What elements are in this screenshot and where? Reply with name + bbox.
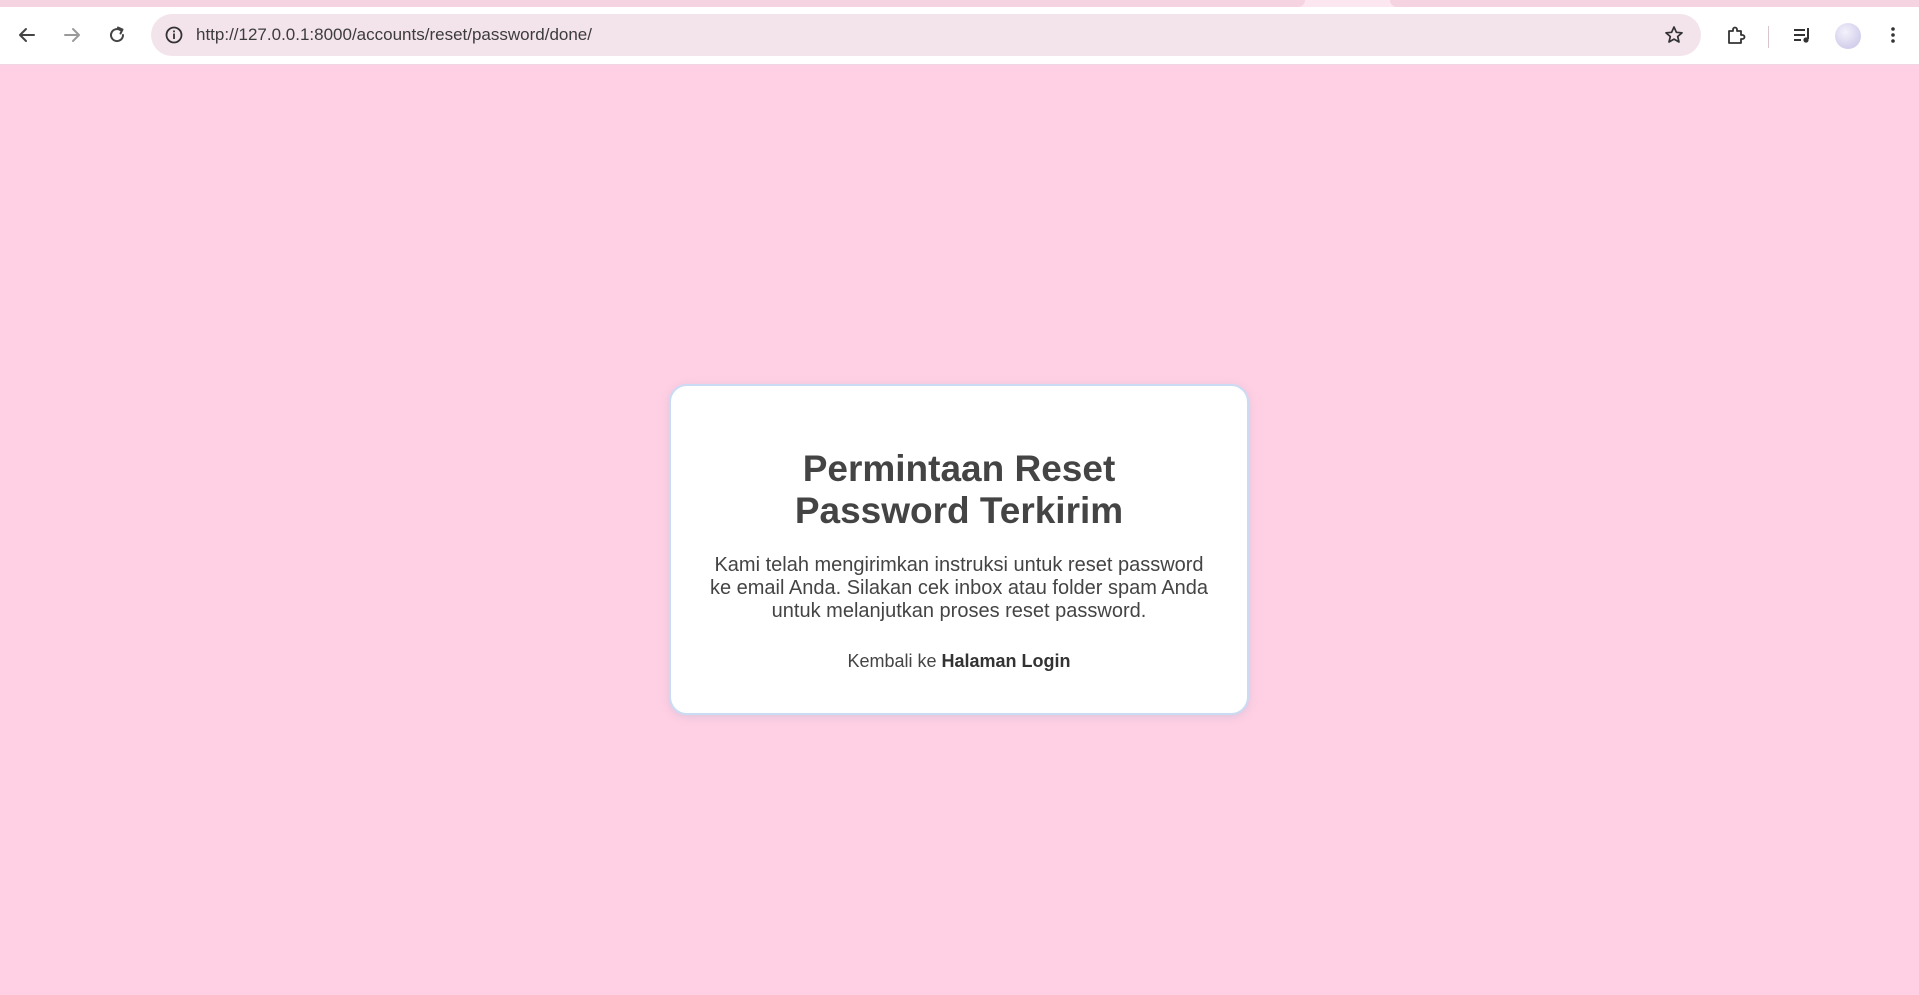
back-to-login: Kembali ke Halaman Login: [671, 651, 1247, 672]
tab-edge-right[interactable]: [1390, 0, 1919, 7]
page-title: Permintaan Reset Password Terkirim: [794, 448, 1124, 531]
back-prefix: Kembali ke: [847, 651, 937, 671]
extensions-button[interactable]: [1718, 17, 1754, 53]
extensions-puzzle-icon: [1728, 26, 1746, 44]
forward-arrow-icon: [64, 28, 80, 42]
kebab-menu-icon: [1891, 27, 1895, 43]
browser-toolbar: http://127.0.0.1:8000/accounts/reset/pas…: [0, 7, 1919, 65]
menu-button[interactable]: [1875, 17, 1911, 53]
back-arrow-icon: [19, 28, 35, 42]
media-queue-icon: [1794, 28, 1809, 43]
tab-strip: [0, 0, 1919, 7]
login-link[interactable]: Halaman Login: [942, 651, 1071, 671]
site-info-icon[interactable]: [161, 22, 187, 48]
toolbar-divider: [1768, 26, 1769, 48]
profile-avatar[interactable]: [1835, 23, 1861, 49]
reset-done-card: Permintaan Reset Password Terkirim Kami …: [669, 384, 1249, 715]
bookmark-star-icon[interactable]: [1661, 22, 1687, 48]
back-button[interactable]: [9, 17, 45, 53]
tab-edge-left[interactable]: [0, 0, 1305, 7]
media-button[interactable]: [1784, 17, 1820, 53]
forward-button[interactable]: [54, 17, 90, 53]
address-bar[interactable]: http://127.0.0.1:8000/accounts/reset/pas…: [151, 14, 1701, 56]
reload-button[interactable]: [99, 17, 135, 53]
url-text[interactable]: http://127.0.0.1:8000/accounts/reset/pas…: [196, 14, 592, 56]
instruction-message: Kami telah mengirimkan instruksi untuk r…: [709, 554, 1209, 622]
reload-icon: [110, 26, 125, 43]
